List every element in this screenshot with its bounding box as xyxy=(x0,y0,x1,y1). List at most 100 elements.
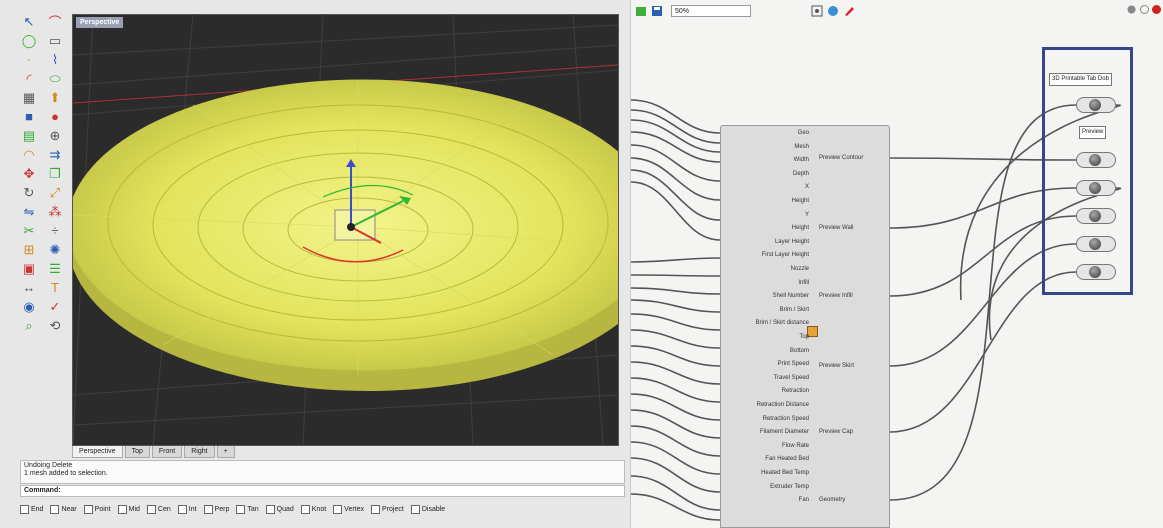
checkbox-icon[interactable] xyxy=(50,504,60,514)
viewport-tab[interactable]: Right xyxy=(184,446,215,458)
checkbox-icon[interactable] xyxy=(265,504,275,514)
perspective-viewport[interactable]: Perspective xyxy=(72,14,619,446)
checkbox-icon[interactable] xyxy=(117,504,127,514)
component-output[interactable]: Preview Wall xyxy=(819,225,853,231)
toggle-infill[interactable] xyxy=(1076,208,1116,224)
component-input[interactable]: Depth xyxy=(793,171,809,177)
arc-icon[interactable]: ◜ xyxy=(18,71,40,86)
component-output[interactable]: Preview Cap xyxy=(819,429,853,435)
component-input[interactable]: Geo xyxy=(798,130,809,136)
boolean-icon[interactable]: ⊕ xyxy=(44,128,66,143)
extrude-icon[interactable]: ⬆ xyxy=(44,90,66,105)
component-input[interactable]: Retraction Speed xyxy=(763,416,809,422)
toggle-geometry[interactable] xyxy=(1076,97,1116,113)
osnap-option[interactable]: Mid xyxy=(117,504,140,514)
checkbox-icon[interactable] xyxy=(300,504,310,514)
toggle-contour[interactable] xyxy=(1076,152,1116,168)
checkbox-icon[interactable] xyxy=(236,504,246,514)
component-input[interactable]: Retraction Distance xyxy=(757,402,809,408)
solid-icon[interactable]: ■ xyxy=(18,109,40,124)
polyline-icon[interactable]: ⌇ xyxy=(44,52,66,67)
component-input[interactable]: Bottom xyxy=(790,348,809,354)
viewport-title[interactable]: Perspective xyxy=(76,17,124,28)
mirror-icon[interactable]: ⇋ xyxy=(18,204,40,219)
join-icon[interactable]: ⊞ xyxy=(18,242,40,257)
component-input[interactable]: Extruder Temp xyxy=(770,484,809,490)
transform-icon[interactable]: ⟲ xyxy=(44,318,66,333)
component-output[interactable]: Preview Infill xyxy=(819,293,853,299)
osnap-option[interactable]: Tan xyxy=(236,504,259,514)
component-input[interactable]: X xyxy=(805,184,809,190)
move-icon[interactable]: ✥ xyxy=(18,166,40,181)
osnap-option[interactable]: Cen xyxy=(146,504,171,514)
mesh-icon[interactable]: ▤ xyxy=(18,128,40,143)
array-icon[interactable]: ⁂ xyxy=(44,204,66,219)
explode-icon[interactable]: ✺ xyxy=(44,242,66,257)
component-input[interactable]: Retraction xyxy=(782,388,809,394)
component-input[interactable]: Height xyxy=(792,225,809,231)
check-icon[interactable]: ✓ xyxy=(44,299,66,314)
checkbox-icon[interactable] xyxy=(83,504,93,514)
panel-title[interactable]: 3D Printable Tab Dob xyxy=(1049,73,1112,86)
checkbox-icon[interactable] xyxy=(177,504,187,514)
component-input[interactable]: Top xyxy=(799,334,809,340)
printer-component[interactable]: Geo Mesh Width Depth X Height Y Height Layer Hei… xyxy=(720,125,890,528)
component-input[interactable]: Shell Number xyxy=(773,293,809,299)
checkbox-icon[interactable] xyxy=(20,504,29,514)
surface-icon[interactable]: ▦ xyxy=(18,90,40,105)
viewport-tab[interactable]: + xyxy=(216,446,235,458)
text-icon[interactable]: T xyxy=(44,280,66,295)
toggle-cap[interactable] xyxy=(1076,264,1116,280)
component-input[interactable]: Flow Rate xyxy=(782,443,809,449)
checkbox-icon[interactable] xyxy=(203,504,213,514)
osnap-option[interactable]: Quad xyxy=(265,504,294,514)
component-output[interactable]: Preview Skirt xyxy=(819,363,854,369)
component-input[interactable]: Height xyxy=(792,198,809,204)
analyze-icon[interactable]: ⌕ xyxy=(18,318,40,333)
copy-icon[interactable]: ❐ xyxy=(44,166,66,181)
curve-icon[interactable]: ⌒ xyxy=(44,14,66,30)
sphere-icon[interactable]: ● xyxy=(44,109,66,124)
component-input[interactable]: Fan xyxy=(799,497,809,503)
viewport-tab[interactable]: Front xyxy=(151,446,183,458)
render-icon[interactable]: ◉ xyxy=(18,299,40,314)
osnap-option[interactable]: Vertex xyxy=(333,504,364,514)
component-input[interactable]: Print Speed xyxy=(778,361,809,367)
component-input[interactable]: Nozzle xyxy=(791,266,809,272)
component-input[interactable]: Fan Heated Bed xyxy=(765,456,809,462)
osnap-option[interactable]: Perp xyxy=(203,504,229,514)
viewport-tab[interactable]: Top xyxy=(124,446,150,458)
trim-icon[interactable]: ✂ xyxy=(18,223,40,238)
split-icon[interactable]: ÷ xyxy=(44,223,66,238)
offset-icon[interactable]: ⇉ xyxy=(44,147,66,162)
component-input[interactable]: Infill xyxy=(798,280,809,286)
component-input[interactable]: Layer Height xyxy=(775,239,809,245)
component-input[interactable]: Mesh xyxy=(794,144,809,150)
component-output[interactable]: Geometry xyxy=(819,497,845,503)
osnap-option[interactable]: Near xyxy=(50,504,77,514)
osnap-option[interactable]: Disable xyxy=(410,504,445,514)
checkbox-icon[interactable] xyxy=(410,504,420,514)
circle-icon[interactable]: ◯ xyxy=(18,33,40,48)
component-input[interactable]: Width xyxy=(794,157,809,163)
osnap-option[interactable]: Knot xyxy=(300,504,326,514)
layer-icon[interactable]: ☰ xyxy=(44,261,66,276)
component-input[interactable]: Brim / Skirt distance xyxy=(756,320,809,326)
scale-icon[interactable]: ⤢ xyxy=(44,185,66,200)
component-output[interactable]: Preview Contour xyxy=(819,155,863,161)
rotate-icon[interactable]: ↻ xyxy=(18,185,40,200)
fillet-icon[interactable]: ◠ xyxy=(18,147,40,162)
checkbox-icon[interactable] xyxy=(371,504,381,514)
command-input[interactable]: Command: xyxy=(20,485,625,497)
point-icon[interactable]: · xyxy=(18,52,40,67)
osnap-option[interactable]: End xyxy=(20,504,43,514)
component-input[interactable]: Travel Speed xyxy=(774,375,809,381)
osnap-option[interactable]: Point xyxy=(83,504,111,514)
panel-preview[interactable]: Preview xyxy=(1079,126,1107,139)
component-input[interactable]: Heated Bed Temp xyxy=(761,470,809,476)
osnap-option[interactable]: Project xyxy=(371,504,404,514)
checkbox-icon[interactable] xyxy=(146,504,156,514)
checkbox-icon[interactable] xyxy=(333,504,343,514)
component-input[interactable]: Filament Diameter xyxy=(760,429,809,435)
component-input[interactable]: Brim / Skirt xyxy=(780,307,809,313)
